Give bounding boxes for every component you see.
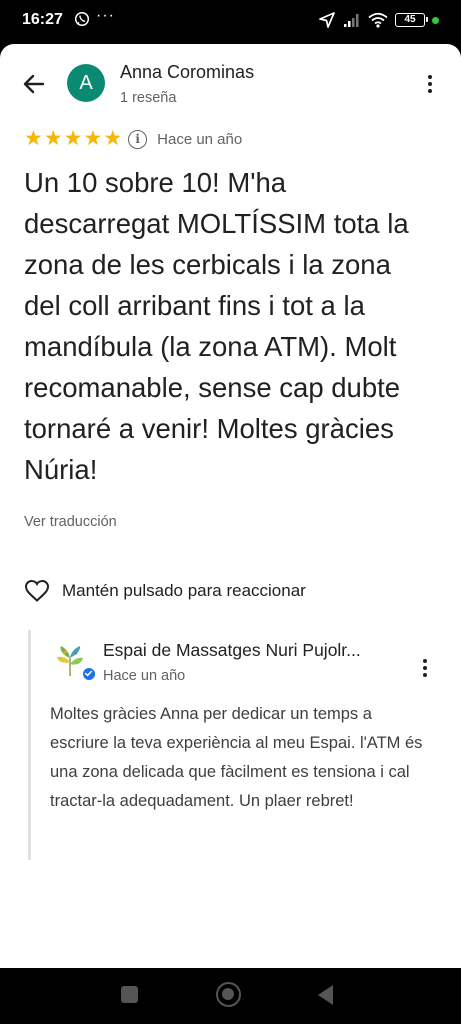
signal-icon	[344, 14, 359, 27]
business-logo[interactable]	[55, 644, 85, 678]
business-name[interactable]: Espai de Massatges Nuri Pujolr...	[103, 640, 403, 661]
reply-time: Hace un año	[103, 668, 186, 684]
author-avatar[interactable]: A	[67, 64, 105, 102]
more-vert-icon	[423, 659, 427, 663]
star-icon: ★	[24, 127, 43, 150]
status-dot	[432, 16, 439, 24]
home-button[interactable]	[216, 982, 241, 1007]
wifi-icon	[368, 12, 388, 28]
back-arrow-icon	[23, 74, 45, 94]
translate-link[interactable]: Ver traducción	[24, 514, 117, 530]
more-options-button[interactable]	[425, 72, 435, 96]
status-more-indicator: ···	[96, 7, 115, 24]
whatsapp-icon	[74, 11, 90, 27]
location-arrow-icon	[319, 12, 335, 28]
review-sheet: A Anna Corominas 1 reseña ★ ★ ★ ★ ★ i Hace u…	[0, 44, 461, 968]
rating-row: ★ ★ ★ ★ ★ i Hace un año	[24, 128, 242, 150]
status-time: 16:27	[22, 11, 63, 28]
back-button[interactable]	[18, 68, 50, 100]
author-review-count: 1 reseña	[120, 90, 177, 106]
star-icon: ★	[63, 127, 83, 150]
system-nav-bar	[0, 968, 461, 1024]
more-vert-icon	[428, 75, 432, 79]
review-time: Hace un año	[157, 130, 243, 148]
react-button[interactable]: Mantén pulsado para reaccionar	[24, 578, 306, 604]
verified-badge-icon	[82, 667, 96, 681]
author-name[interactable]: Anna Corominas	[120, 62, 254, 83]
status-bar: 16:27 ··· 45	[0, 0, 461, 40]
status-right-icons: 45	[318, 9, 439, 31]
star-icon: ★	[103, 127, 123, 150]
reply-more-options-button[interactable]	[420, 656, 430, 680]
recents-button[interactable]	[121, 986, 138, 1003]
review-text: Un 10 sobre 10! M'ha descarregat MOLTÍSS…	[24, 167, 409, 485]
reply-text: Moltes gràcies Anna per dedicar un temps…	[50, 705, 423, 810]
star-icon: ★	[43, 127, 63, 150]
star-rating: ★ ★ ★ ★ ★	[24, 128, 122, 150]
info-icon[interactable]: i	[128, 129, 148, 149]
star-icon: ★	[83, 127, 103, 150]
owner-reply: Espai de Massatges Nuri Pujolr... Hace u…	[28, 630, 438, 860]
heart-outline-icon	[24, 579, 50, 602]
system-back-button[interactable]	[318, 985, 333, 1005]
react-label: Mantén pulsado para reaccionar	[62, 581, 306, 600]
battery-icon: 45	[395, 13, 428, 27]
